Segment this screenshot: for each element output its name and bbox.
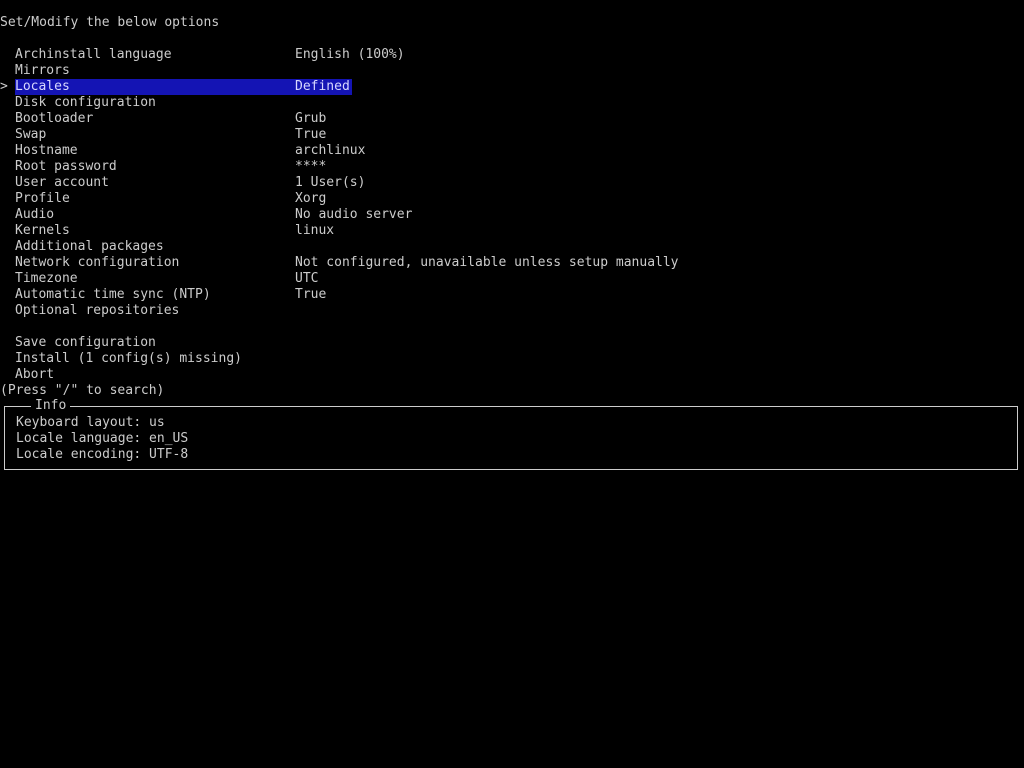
menu-item-label: Bootloader [15, 111, 94, 126]
menu-item-value: English (100%) [295, 47, 405, 62]
install-action[interactable]: Install (1 config(s) missing) [0, 351, 1024, 367]
menu-item-label: Profile [15, 191, 70, 206]
menu-item-label: Timezone [15, 271, 78, 286]
menu-item-label: Audio [15, 207, 55, 222]
selection-cursor-icon: > [0, 79, 8, 94]
menu-item-value: Grub [295, 111, 327, 126]
menu-item-value: No audio server [295, 207, 413, 222]
abort-action[interactable]: Abort [0, 367, 1024, 383]
menu-item-value: 1 User(s) [295, 175, 366, 190]
menu-item-user-account[interactable]: User account 1 User(s) [0, 175, 1024, 191]
menu-item-value: UTC [295, 271, 319, 286]
menu-item-profile[interactable]: Profile Xorg [0, 191, 1024, 207]
menu-item-label: Network configuration [15, 255, 180, 270]
menu-item-label: Kernels [15, 223, 70, 238]
menu-header: Set/Modify the below options [0, 15, 220, 30]
menu-item-label: User account [15, 175, 109, 190]
menu-item-audio[interactable]: Audio No audio server [0, 207, 1024, 223]
menu-item-label: Swap [15, 127, 47, 142]
menu-item-swap[interactable]: Swap True [0, 127, 1024, 143]
menu-item-additional-packages[interactable]: Additional packages [0, 239, 1024, 255]
menu-item-mirrors[interactable]: Mirrors [0, 63, 1024, 79]
menu-item-value: archlinux [295, 143, 366, 158]
menu-item-value: True [295, 287, 327, 302]
search-hint: (Press "/" to search) [0, 383, 165, 398]
menu-action-label: Abort [15, 367, 55, 382]
info-locale-encoding: Locale encoding: UTF-8 [16, 447, 189, 462]
menu-item-label: Additional packages [15, 239, 164, 254]
menu-item-value: Xorg [295, 191, 327, 206]
save-configuration-action[interactable]: Save configuration [0, 335, 1024, 351]
menu-item-network-configuration[interactable]: Network configuration Not configured, un… [0, 255, 1024, 271]
menu-item-label: Optional repositories [15, 303, 180, 318]
menu-item-automatic-time-sync[interactable]: Automatic time sync (NTP) True [0, 287, 1024, 303]
menu-item-label: Hostname [15, 143, 78, 158]
menu-item-label: Locales [15, 79, 70, 94]
info-locale-language: Locale language: en_US [16, 431, 189, 446]
info-panel: Info Keyboard layout: us Locale language… [4, 398, 1018, 470]
info-panel-title: Info [31, 398, 71, 414]
terminal-screen: Set/Modify the below options Archinstall… [0, 0, 1024, 768]
menu-item-timezone[interactable]: Timezone UTC [0, 271, 1024, 287]
info-keyboard-layout: Keyboard layout: us [16, 415, 165, 430]
menu-item-optional-repositories[interactable]: Optional repositories [0, 303, 1024, 319]
menu-item-label: Mirrors [15, 63, 70, 78]
menu-item-label: Archinstall language [15, 47, 172, 62]
menu-item-value: **** [295, 159, 327, 174]
menu-item-label: Root password [15, 159, 117, 174]
menu-item-value: Not configured, unavailable unless setup… [295, 255, 679, 270]
menu-item-label: Automatic time sync (NTP) [15, 287, 211, 302]
menu-item-root-password[interactable]: Root password **** [0, 159, 1024, 175]
menu-item-value: Defined [295, 79, 350, 94]
menu-item-archinstall-language[interactable]: Archinstall language English (100%) [0, 47, 1024, 63]
menu-item-value: True [295, 127, 327, 142]
menu-item-hostname[interactable]: Hostname archlinux [0, 143, 1024, 159]
menu-item-bootloader[interactable]: Bootloader Grub [0, 111, 1024, 127]
menu-item-disk-configuration[interactable]: Disk configuration [0, 95, 1024, 111]
menu-action-label: Install (1 config(s) missing) [15, 351, 242, 366]
menu-action-label: Save configuration [15, 335, 156, 350]
menu-item-label: Disk configuration [15, 95, 156, 110]
menu-item-locales[interactable]: > Locales Defined [0, 79, 1024, 95]
menu-item-kernels[interactable]: Kernels linux [0, 223, 1024, 239]
menu-item-value: linux [295, 223, 335, 238]
